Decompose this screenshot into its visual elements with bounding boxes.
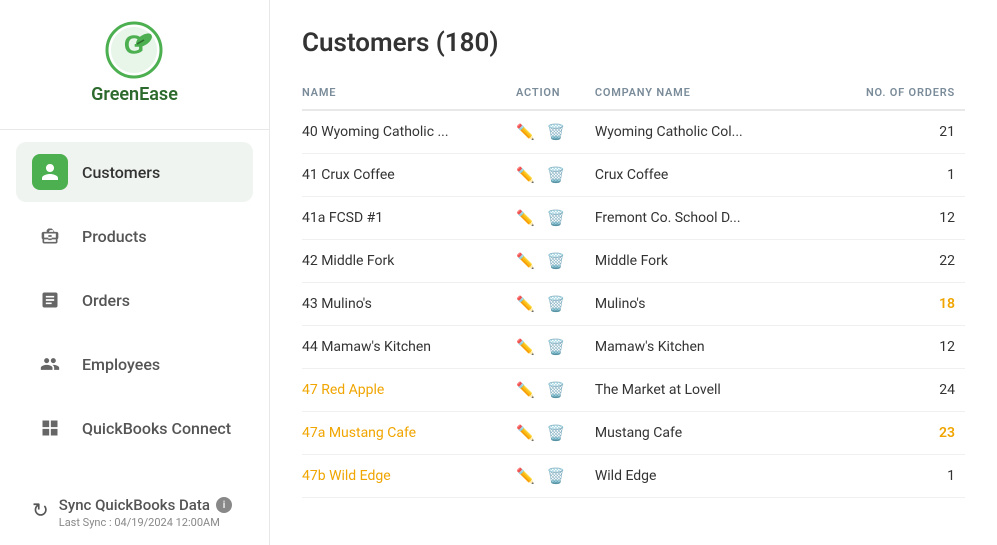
sync-icon: ↻	[32, 498, 49, 522]
customer-name: 41a FCSD #1	[302, 197, 516, 240]
customer-name: 40 Wyoming Catholic ...	[302, 110, 516, 154]
employees-icon	[32, 346, 68, 382]
customer-name[interactable]: 47b Wild Edge	[302, 455, 516, 498]
action-cell: ✏️ 🗑️	[516, 197, 595, 240]
sidebar-item-employees[interactable]: Employees	[16, 334, 253, 394]
table-row: 41a FCSD #1 ✏️ 🗑️ Fremont Co. School D..…	[302, 197, 965, 240]
table-body: 40 Wyoming Catholic ... ✏️ 🗑️ Wyoming Ca…	[302, 110, 965, 498]
sidebar-item-products[interactable]: Products	[16, 206, 253, 266]
action-cell: ✏️ 🗑️	[516, 110, 595, 154]
order-count: 1	[847, 455, 965, 498]
customer-name: 44 Mamaw's Kitchen	[302, 326, 516, 369]
table-row: 43 Mulino's ✏️ 🗑️ Mulino's 18	[302, 283, 965, 326]
customers-table: NAME ACTION COMPANY NAME NO. OF ORDERS 4…	[302, 78, 965, 498]
company-name: The Market at Lovell	[595, 369, 848, 412]
sidebar-item-orders[interactable]: Orders	[16, 270, 253, 330]
action-cell: ✏️ 🗑️	[516, 283, 595, 326]
delete-icon[interactable]: 🗑️	[547, 467, 566, 485]
order-count: 22	[847, 240, 965, 283]
logo-area: G GreenEase	[91, 20, 178, 105]
col-header-company: COMPANY NAME	[595, 78, 848, 110]
products-icon	[32, 218, 68, 254]
order-count: 12	[847, 197, 965, 240]
delete-icon[interactable]: 🗑️	[547, 381, 566, 399]
main-content: Customers (180) NAME ACTION COMPANY NAME…	[270, 0, 997, 545]
page-title: Customers (180)	[302, 28, 965, 58]
order-count: 18	[847, 283, 965, 326]
action-cell: ✏️ 🗑️	[516, 326, 595, 369]
order-count: 23	[847, 412, 965, 455]
quickbooks-icon	[32, 410, 68, 446]
edit-icon[interactable]: ✏️	[516, 424, 535, 442]
edit-icon[interactable]: ✏️	[516, 252, 535, 270]
customer-name[interactable]: 47a Mustang Cafe	[302, 412, 516, 455]
table-row: 47b Wild Edge ✏️ 🗑️ Wild Edge 1	[302, 455, 965, 498]
edit-icon[interactable]: ✏️	[516, 166, 535, 184]
delete-icon[interactable]: 🗑️	[547, 252, 566, 270]
order-count: 21	[847, 110, 965, 154]
action-cell: ✏️ 🗑️	[516, 369, 595, 412]
app-name: GreenEase	[91, 84, 178, 105]
sync-title[interactable]: Sync QuickBooks Data i	[59, 496, 232, 514]
quickbooks-label: QuickBooks Connect	[82, 419, 231, 438]
edit-icon[interactable]: ✏️	[516, 338, 535, 356]
company-name: Mulino's	[595, 283, 848, 326]
action-cell: ✏️ 🗑️	[516, 412, 595, 455]
table-row: 40 Wyoming Catholic ... ✏️ 🗑️ Wyoming Ca…	[302, 110, 965, 154]
table-row: 41 Crux Coffee ✏️ 🗑️ Crux Coffee 1	[302, 154, 965, 197]
company-name: Fremont Co. School D...	[595, 197, 848, 240]
customer-name: 41 Crux Coffee	[302, 154, 516, 197]
action-cell: ✏️ 🗑️	[516, 240, 595, 283]
col-header-name: NAME	[302, 78, 516, 110]
table-row: 44 Mamaw's Kitchen ✏️ 🗑️ Mamaw's Kitchen…	[302, 326, 965, 369]
edit-icon[interactable]: ✏️	[516, 209, 535, 227]
order-count: 12	[847, 326, 965, 369]
edit-icon[interactable]: ✏️	[516, 295, 535, 313]
customers-icon	[32, 154, 68, 190]
orders-label: Orders	[82, 291, 130, 310]
sidebar-item-customers[interactable]: Customers	[16, 142, 253, 202]
company-name: Crux Coffee	[595, 154, 848, 197]
order-count: 1	[847, 154, 965, 197]
sidebar-divider	[0, 129, 269, 130]
delete-icon[interactable]: 🗑️	[547, 424, 566, 442]
customers-label: Customers	[82, 163, 160, 182]
company-name: Mustang Cafe	[595, 412, 848, 455]
sync-text-block: Sync QuickBooks Data i Last Sync : 04/19…	[59, 496, 232, 529]
table-header: NAME ACTION COMPANY NAME NO. OF ORDERS	[302, 78, 965, 110]
sync-info-icon: i	[216, 497, 232, 513]
table-row: 47 Red Apple ✏️ 🗑️ The Market at Lovell …	[302, 369, 965, 412]
action-cell: ✏️ 🗑️	[516, 455, 595, 498]
customer-name[interactable]: 47 Red Apple	[302, 369, 516, 412]
company-name: Wyoming Catholic Col...	[595, 110, 848, 154]
delete-icon[interactable]: 🗑️	[547, 209, 566, 227]
delete-icon[interactable]: 🗑️	[547, 123, 566, 141]
sidebar: G GreenEase Customers Products Orders	[0, 0, 270, 545]
edit-icon[interactable]: ✏️	[516, 123, 535, 141]
app-logo: G	[104, 20, 164, 80]
table-row: 47a Mustang Cafe ✏️ 🗑️ Mustang Cafe 23	[302, 412, 965, 455]
order-count: 24	[847, 369, 965, 412]
action-cell: ✏️ 🗑️	[516, 154, 595, 197]
delete-icon[interactable]: 🗑️	[547, 338, 566, 356]
customer-name: 43 Mulino's	[302, 283, 516, 326]
sync-last-time: Last Sync : 04/19/2024 12:00AM	[59, 516, 232, 529]
edit-icon[interactable]: ✏️	[516, 467, 535, 485]
company-name: Wild Edge	[595, 455, 848, 498]
sidebar-navigation: Customers Products Orders Employees Quic	[0, 142, 269, 458]
customer-name: 42 Middle Fork	[302, 240, 516, 283]
products-label: Products	[82, 227, 147, 246]
col-header-orders: NO. OF ORDERS	[847, 78, 965, 110]
sidebar-item-quickbooks[interactable]: QuickBooks Connect	[16, 398, 253, 458]
employees-label: Employees	[82, 355, 160, 374]
delete-icon[interactable]: 🗑️	[547, 166, 566, 184]
edit-icon[interactable]: ✏️	[516, 381, 535, 399]
table-row: 42 Middle Fork ✏️ 🗑️ Middle Fork 22	[302, 240, 965, 283]
company-name: Middle Fork	[595, 240, 848, 283]
delete-icon[interactable]: 🗑️	[547, 295, 566, 313]
col-header-action: ACTION	[516, 78, 595, 110]
orders-icon	[32, 282, 68, 318]
sync-section[interactable]: ↻ Sync QuickBooks Data i Last Sync : 04/…	[0, 480, 269, 545]
company-name: Mamaw's Kitchen	[595, 326, 848, 369]
